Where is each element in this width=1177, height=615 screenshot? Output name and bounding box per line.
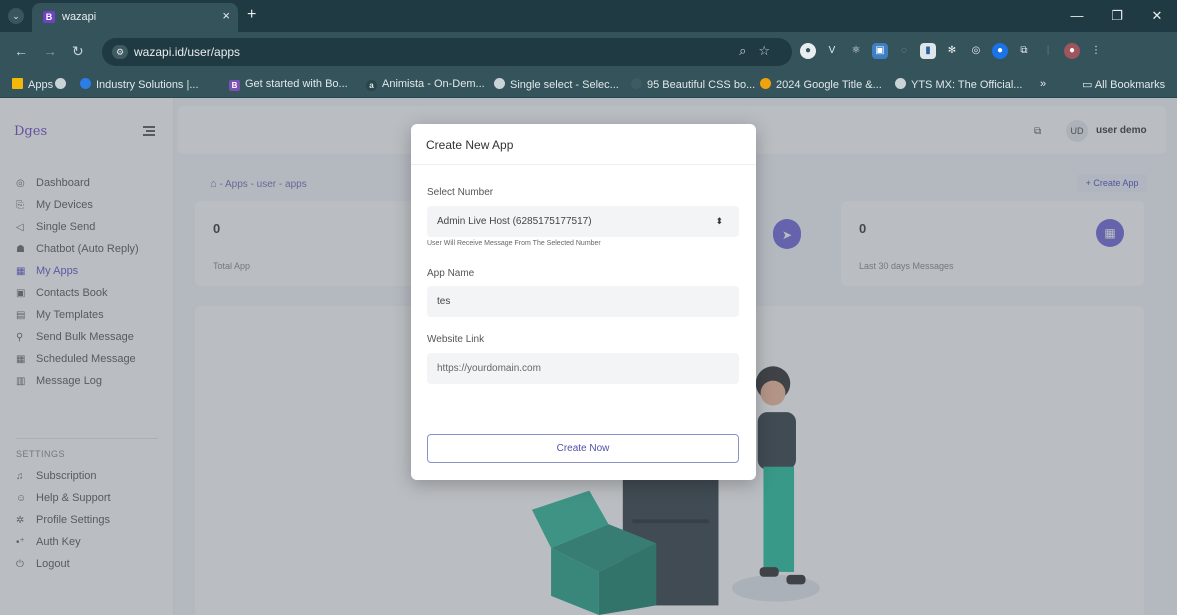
website-link-label: Website Link (427, 334, 485, 345)
browser-tab[interactable]: B wazapi × (32, 3, 238, 32)
animista-icon: a (366, 80, 377, 91)
site-icon (631, 78, 642, 89)
number-select[interactable]: Admin Live Host (6285175177517) ⬍ (427, 206, 739, 237)
website-link-input[interactable]: https://yourdomain.com (427, 353, 739, 384)
create-app-modal: Create New App Select Number Admin Live … (411, 124, 756, 480)
apps-grid-icon (12, 78, 23, 89)
window-controls: — ❐ ✕ (1057, 0, 1177, 32)
globe-icon (494, 78, 505, 89)
zoom-and-bookmark-icons[interactable]: ⌕☆ (739, 43, 782, 59)
bookmark-animista[interactable]: a Animista - On-Dem... (366, 78, 485, 91)
tab-title: wazapi (62, 11, 97, 23)
globe-icon (895, 78, 906, 89)
bookmark-bootstrap[interactable]: B Get started with Bo... (229, 78, 348, 91)
extensions-area: ● V ⚛ ▣ ◌ ▮ ✻ ◎ ● ⧉ | ● ⋮ (800, 43, 1104, 59)
folder-icon: ▭ (1082, 79, 1095, 91)
bookmark-yts[interactable]: YTS MX: The Official... (895, 78, 1022, 91)
modal-title: Create New App (426, 138, 514, 152)
app-name-label: App Name (427, 268, 475, 279)
globe-icon (55, 78, 66, 89)
select-arrows-icon: ⬍ (715, 216, 723, 226)
forward-icon[interactable]: → (43, 43, 57, 59)
reload-icon[interactable]: ↻ (72, 43, 84, 60)
app-name-input[interactable]: tes (427, 286, 739, 317)
number-select-value: Admin Live Host (6285175177517) (437, 216, 592, 227)
modal-divider (411, 164, 756, 165)
extension-icon[interactable]: ● (992, 43, 1008, 59)
v-extension-icon[interactable]: V (824, 43, 840, 59)
browser-tab-bar: ⌄ B wazapi × + — ❐ ✕ (0, 0, 1177, 32)
browser-toolbar: ← → ↻ ⚙ wazapi.id/user/apps ⌕☆ ● V ⚛ ▣ ◌… (0, 32, 1177, 72)
extension-icon[interactable]: ◎ (968, 43, 984, 59)
tab-search-icon[interactable]: ⌄ (8, 8, 24, 24)
bookmarks-bar: Apps Industry Solutions |... B Get starte… (0, 72, 1177, 98)
bootstrap-icon: B (229, 80, 240, 91)
bookmarks-overflow[interactable]: » (1040, 78, 1046, 90)
all-bookmarks[interactable]: ▭ All Bookmarks (1082, 78, 1165, 91)
extension-icon[interactable]: ✻ (944, 43, 960, 59)
site-info-icon[interactable]: ⚙ (112, 45, 128, 59)
tab-close-icon[interactable]: × (222, 8, 230, 23)
bookmark-google-title[interactable]: 2024 Google Title &... (760, 78, 882, 91)
bookmark-apps[interactable]: Apps (12, 78, 53, 91)
extensions-puzzle-icon[interactable]: ⧉ (1016, 43, 1032, 59)
site-icon (80, 78, 91, 89)
separator: | (1046, 45, 1050, 56)
react-extension-icon[interactable]: ⚛ (848, 43, 864, 59)
browser-menu-icon[interactable]: ⋮ (1088, 43, 1104, 59)
site-icon (760, 78, 771, 89)
bookmark-globe[interactable] (55, 78, 71, 91)
bootstrap-favicon-icon: B (43, 11, 55, 23)
restore-icon[interactable]: ❐ (1097, 0, 1137, 32)
new-tab-icon[interactable]: + (247, 6, 256, 24)
bookmark-industry-solutions[interactable]: Industry Solutions |... (80, 78, 199, 91)
bookmark-css-boxes[interactable]: 95 Beautiful CSS bo... (631, 78, 755, 91)
number-help-text: User Will Receive Message From The Selec… (427, 240, 601, 247)
create-now-button[interactable]: Create Now (427, 434, 739, 463)
close-window-icon[interactable]: ✕ (1137, 0, 1177, 32)
extension-icon[interactable]: ▣ (872, 43, 888, 59)
select-number-label: Select Number (427, 187, 494, 198)
profile-avatar-icon[interactable]: ● (1064, 43, 1080, 59)
extension-icon[interactable]: ◌ (896, 43, 912, 59)
url-text[interactable]: wazapi.id/user/apps (134, 45, 240, 59)
back-icon[interactable]: ← (14, 43, 28, 59)
minimize-icon[interactable]: — (1057, 0, 1097, 32)
globe-extension-icon[interactable]: ● (800, 43, 816, 59)
extension-icon[interactable]: ▮ (920, 43, 936, 59)
address-bar[interactable]: ⚙ wazapi.id/user/apps ⌕☆ (102, 38, 792, 66)
bookmark-single-select[interactable]: Single select - Selec... (494, 78, 619, 91)
